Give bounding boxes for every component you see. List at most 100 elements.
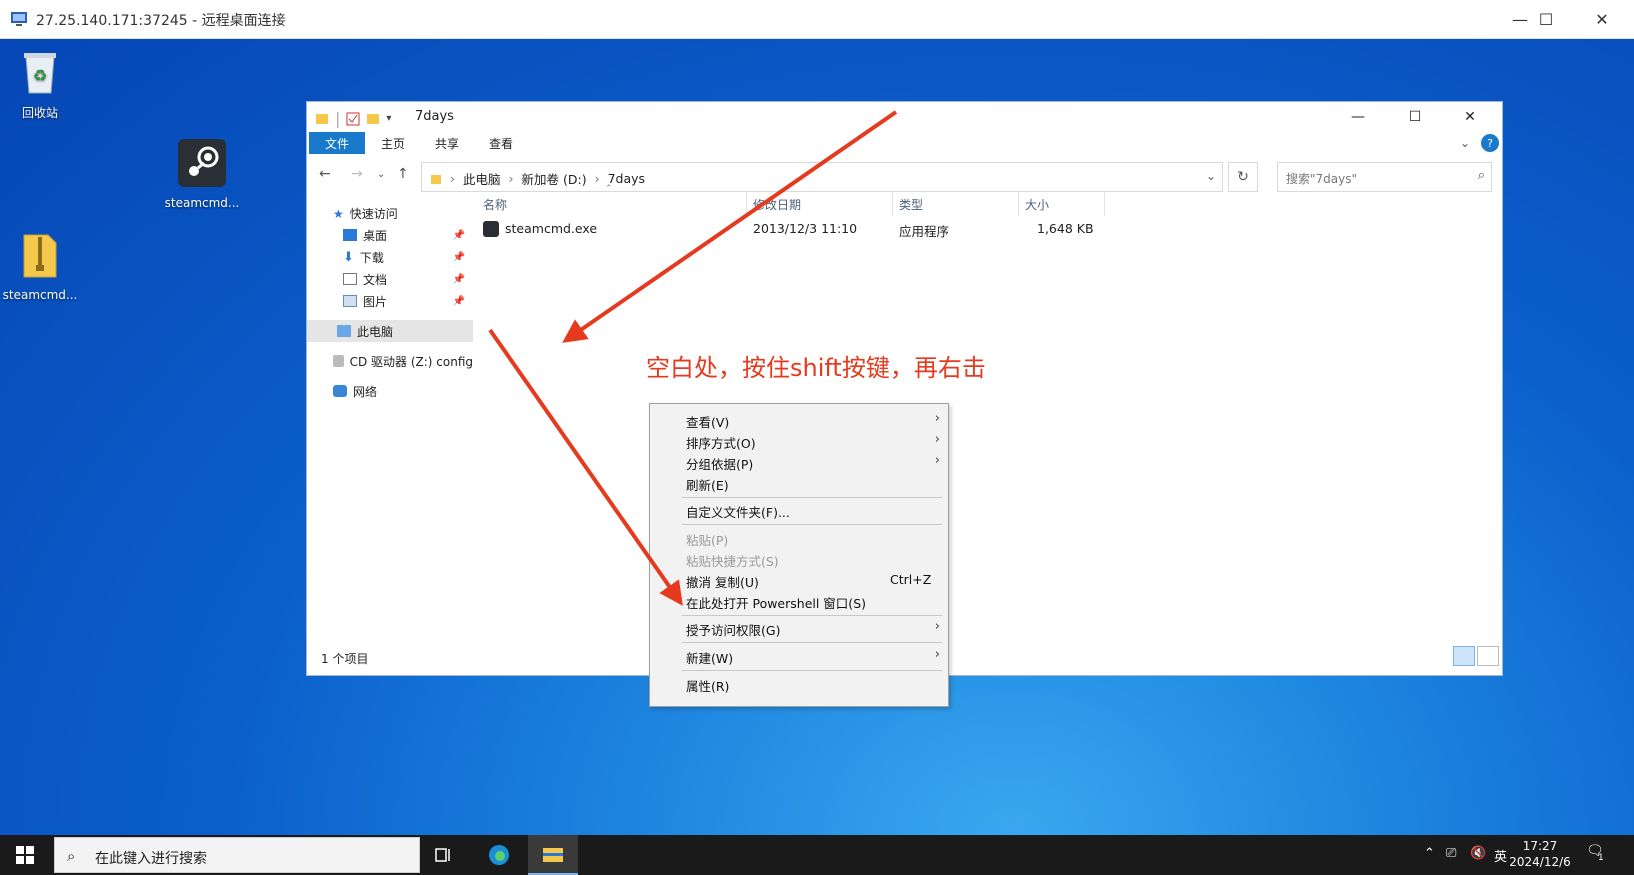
status-item-count: 1 个项目 [321,652,369,666]
submenu-arrow-icon: › [934,432,940,447]
pin-icon[interactable]: 📌 [453,230,465,241]
up-arrow-icon[interactable]: ↑ [397,166,409,182]
breadcrumb-separator-icon: › [508,171,514,186]
back-arrow-icon[interactable]: ← [319,166,331,182]
nav-item-documents[interactable]: 文档 📌 [307,268,473,290]
submenu-arrow-icon: › [934,647,940,662]
task-view-icon [435,848,450,862]
desktop-icon-recycle-bin[interactable]: ♻ 回收站 [0,45,80,121]
pin-icon[interactable]: 📌 [453,296,465,307]
column-header-type[interactable]: 类型 [893,192,1019,216]
nav-item-cd-drive[interactable]: CD 驱动器 (Z:) config [307,350,473,372]
remote-desktop-icon [11,12,27,26]
nav-item-pictures[interactable]: 图片 📌 [307,290,473,312]
volume-muted-icon[interactable]: 🔇 [1470,846,1486,861]
edge-icon [489,845,509,865]
rdp-titlebar: 27.25.140.171:37245 - 远程桌面连接 — ☐ ✕ [0,0,1634,39]
rdp-maximize-button[interactable]: ☐ [1518,0,1574,39]
desktop-icon-steamcmd-zip[interactable]: steamcmd... [0,229,80,302]
menu-item-undo-copy[interactable]: 撤消 复制(U) [686,572,759,592]
nav-item-this-pc[interactable]: 此电脑 [307,320,473,342]
nav-quick-access[interactable]: ★ 快速访问 [307,202,473,224]
tab-share[interactable]: 共享 [423,132,471,154]
explorer-maximize-button[interactable]: ☐ [1392,102,1438,132]
desktop-icon-steamcmd[interactable]: steamcmd... [162,137,242,210]
menu-item-paste: 粘贴(P) [686,533,729,548]
menu-divider [682,670,942,671]
column-header-size[interactable]: 大小 [1019,192,1105,216]
properties-icon[interactable] [346,112,360,126]
breadcrumb: › 此电脑 › 新加卷 (D:) › 7days [430,169,645,188]
toolbar-divider: | [335,109,341,128]
steam-icon [178,139,226,187]
recent-locations-icon[interactable]: ⌄ [377,169,385,180]
explorer-minimize-button[interactable]: — [1335,102,1381,132]
folder-icon [431,174,441,184]
explorer-titlebar: | ▾ 7days — ☐ ✕ [307,102,1502,132]
clock[interactable]: 17:27 2024/12/6 [1500,838,1580,870]
menu-item-open-powershell[interactable]: 在此处打开 Powershell 窗口(S) [686,593,866,613]
network-tray-icon[interactable]: ⎚ [1446,846,1456,861]
pictures-icon [343,295,357,307]
file-list[interactable]: ⌃ 名称 修改日期 类型 大小 steamcmd.exe 2013/12/3 1… [477,184,1497,630]
menu-item-new[interactable]: 新建(W) [686,648,733,668]
customize-toolbar-icon[interactable]: ▾ [386,113,391,124]
forward-arrow-icon[interactable]: → [351,166,363,182]
menu-item-refresh[interactable]: 刷新(E) [686,475,729,495]
menu-item-group[interactable]: 分组依据(P) [686,454,753,474]
nav-item-network[interactable]: 网络 [307,380,473,402]
details-view-icon[interactable] [1453,646,1475,666]
menu-item-customize-folder[interactable]: 自定义文件夹(F)... [686,502,790,522]
cd-drive-icon [333,355,344,367]
rdp-close-button[interactable]: ✕ [1574,0,1630,39]
clock-date: 2024/12/6 [1509,855,1571,869]
tab-view[interactable]: 查看 [477,132,525,154]
edge-button[interactable] [474,835,524,875]
refresh-icon: ↻ [1237,169,1249,185]
breadcrumb-drive[interactable]: 新加卷 (D:) [522,169,587,188]
show-hidden-icons-icon[interactable]: ⌃ [1424,846,1435,861]
notification-center-button[interactable]: 🗨 1 [1586,843,1604,863]
table-row[interactable]: steamcmd.exe 2013/12/3 11:10 应用程序 1,648 … [483,218,1103,240]
start-button[interactable] [0,835,50,875]
rdp-window-title: 27.25.140.171:37245 - 远程桌面连接 [36,13,286,29]
file-explorer-icon [543,848,563,862]
column-header-name[interactable]: 名称 [477,192,747,216]
submenu-arrow-icon: › [934,619,940,634]
address-bar[interactable]: › 此电脑 › 新加卷 (D:) › 7days ⌄ [421,162,1223,192]
address-dropdown-icon[interactable]: ⌄ [1206,169,1216,183]
documents-icon [343,273,357,285]
search-input[interactable]: 搜索"7days" ⌕ [1277,162,1492,192]
desktop-icon-label: steamcmd... [2,288,78,302]
tab-home[interactable]: 主页 [369,132,417,154]
column-header-modified[interactable]: 修改日期 [747,192,893,216]
desktop-icon-label: 回收站 [21,106,58,120]
refresh-button[interactable]: ↻ [1228,162,1258,192]
tab-file[interactable]: 文件 [309,132,365,154]
new-folder-icon[interactable] [366,112,380,126]
file-type: 应用程序 [899,224,950,239]
explorer-window-title: 7days [415,109,454,124]
menu-item-sort[interactable]: 排序方式(O) [686,433,756,453]
menu-item-view[interactable]: 查看(V) [686,412,729,432]
breadcrumb-this-pc[interactable]: 此电脑 [463,169,501,188]
nav-item-desktop[interactable]: 桌面 📌 [307,224,473,246]
network-icon [333,385,347,397]
submenu-arrow-icon: › [934,411,940,426]
windows-logo-icon [16,846,34,864]
taskbar-search-input[interactable]: ⌕ 在此键入进行搜索 [54,837,420,873]
menu-item-give-access[interactable]: 授予访问权限(G) [686,620,780,640]
menu-divider [682,524,942,525]
breadcrumb-folder[interactable]: 7days [608,171,645,186]
help-icon[interactable]: ? [1481,134,1499,152]
large-icons-view-icon[interactable] [1477,646,1499,666]
pin-icon[interactable]: 📌 [453,252,465,263]
nav-item-downloads[interactable]: ⬇ 下载 📌 [307,246,473,268]
ribbon-expand-icon[interactable]: ⌄ [1455,132,1475,154]
menu-item-properties[interactable]: 属性(R) [686,676,729,696]
pin-icon[interactable]: 📌 [453,274,465,285]
file-explorer-button[interactable] [528,835,578,875]
task-view-button[interactable] [418,835,468,875]
steam-icon [483,221,499,237]
explorer-close-button[interactable]: ✕ [1447,102,1493,132]
